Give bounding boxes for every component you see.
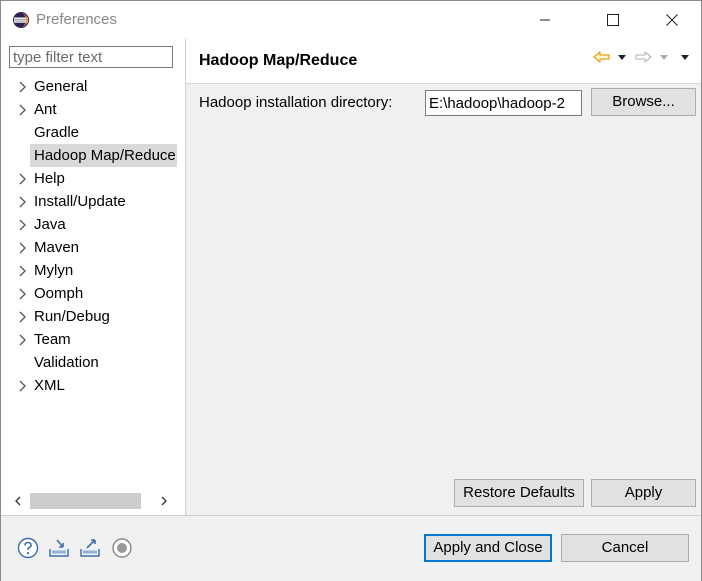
chevron-right-icon[interactable] [17,311,27,323]
chevron-right-icon[interactable] [17,173,27,185]
tree-item-general[interactable]: General [1,75,181,98]
chevron-right-icon[interactable] [17,81,27,93]
tree-item-label: General [34,78,88,95]
cancel-button[interactable]: Cancel [561,534,689,562]
dialog-footer: Apply and Close Cancel [1,515,701,581]
minimize-icon [540,19,550,21]
window-title: Preferences [36,11,117,28]
tree-item-oomph[interactable]: Oomph [1,282,181,305]
tree-item-label: Java [34,216,66,233]
filter-field[interactable] [9,46,173,68]
tree-item-gradle[interactable]: Gradle [1,121,181,144]
apply-and-close-button[interactable]: Apply and Close [424,534,552,562]
preference-page: Hadoop Map/Reduce Hadoop installation di… [186,39,701,515]
tree-item-java[interactable]: Java [1,213,181,236]
tree-item-validation[interactable]: Validation [1,351,181,374]
tree-item-install-update[interactable]: Install/Update [1,190,181,213]
import-icon[interactable] [48,537,70,559]
page-title: Hadoop Map/Reduce [199,52,358,69]
tree-item-team[interactable]: Team [1,328,181,351]
close-button[interactable] [649,1,695,39]
preference-tree: General Ant Gradle Hadoop Map/Reduce Hel… [1,75,181,397]
forward-arrow-icon[interactable] [633,49,653,65]
view-menu-icon[interactable] [680,53,690,61]
minimize-button[interactable] [522,1,568,39]
tree-item-label: Run/Debug [34,308,110,325]
scroll-right-icon[interactable] [159,496,169,506]
filter-input[interactable] [13,48,163,66]
tree-item-label: Oomph [34,285,84,302]
close-icon [666,14,678,26]
tree-item-hadoop-map-reduce[interactable]: Hadoop Map/Reduce [1,144,181,167]
chevron-right-icon[interactable] [17,242,27,254]
horizontal-scrollbar[interactable] [9,491,177,511]
tree-item-label: XML [34,377,65,394]
installation-directory-input[interactable] [429,93,581,113]
tree-item-label: Team [34,331,71,348]
tree-item-label: Ant [34,101,57,118]
tree-item-label: Validation [34,354,99,371]
export-icon[interactable] [79,537,101,559]
maximize-icon [607,14,619,26]
chevron-right-icon[interactable] [17,265,27,277]
record-icon[interactable] [111,537,133,559]
tree-item-label: Gradle [34,124,80,141]
back-dropdown-icon[interactable] [617,53,627,61]
tree-item-label: Hadoop Map/Reduce [30,144,177,167]
preferences-window: Preferences General Ant Gradle [0,0,702,581]
page-header: Hadoop Map/Reduce [186,39,701,84]
chevron-right-icon[interactable] [17,104,27,116]
forward-dropdown-icon[interactable] [659,53,669,61]
chevron-right-icon[interactable] [17,196,27,208]
tree-item-label: Help [34,170,65,187]
chevron-right-icon[interactable] [17,288,27,300]
apply-button[interactable]: Apply [591,479,696,507]
chevron-right-icon[interactable] [17,380,27,392]
maximize-button[interactable] [590,1,636,39]
browse-button[interactable]: Browse... [591,88,696,116]
restore-defaults-button[interactable]: Restore Defaults [454,479,584,507]
tree-item-mylyn[interactable]: Mylyn [1,259,181,282]
chevron-right-icon[interactable] [17,334,27,346]
scroll-left-icon[interactable] [13,496,23,506]
eclipse-icon [13,12,29,28]
tree-item-maven[interactable]: Maven [1,236,181,259]
tree-item-help[interactable]: Help [1,167,181,190]
tree-item-label: Install/Update [34,193,126,210]
installation-directory-label: Hadoop installation directory: [199,94,393,111]
back-arrow-icon[interactable] [592,49,612,65]
preference-tree-panel: General Ant Gradle Hadoop Map/Reduce Hel… [1,39,186,515]
tree-item-xml[interactable]: XML [1,374,181,397]
tree-item-ant[interactable]: Ant [1,98,181,121]
tree-item-label: Mylyn [34,262,74,279]
chevron-right-icon[interactable] [17,219,27,231]
tree-item-run-debug[interactable]: Run/Debug [1,305,181,328]
installation-directory-field[interactable] [425,90,582,116]
scrollbar-thumb[interactable] [30,493,141,509]
tree-item-label: Maven [34,239,80,256]
title-bar: Preferences [1,1,701,39]
help-icon[interactable] [17,537,39,559]
